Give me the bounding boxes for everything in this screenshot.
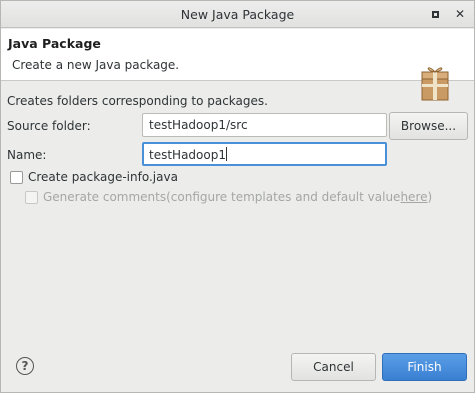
titlebar[interactable]: New Java Package ✕ [1, 1, 474, 28]
help-glyph: ? [21, 359, 29, 373]
finish-button[interactable]: Finish [382, 353, 467, 381]
source-folder-value: testHadoop1/src [149, 118, 248, 132]
cancel-button[interactable]: Cancel [291, 353, 376, 381]
browse-button-label: Browse... [400, 119, 457, 133]
source-folder-label: Source folder: [7, 119, 91, 133]
browse-button[interactable]: Browse... [389, 112, 468, 140]
close-icon: ✕ [454, 7, 466, 21]
generate-comments-label: Generate comments [43, 190, 167, 204]
new-java-package-dialog: New Java Package ✕ Java Package Create a… [0, 0, 475, 393]
generate-comments-hint: (configure templates and default value [166, 190, 401, 204]
cancel-button-label: Cancel [313, 360, 354, 374]
create-package-info-option[interactable]: Create package-info.java [10, 170, 178, 184]
name-label: Name: [7, 148, 47, 162]
page-description: Creates folders corresponding to package… [7, 94, 268, 108]
generate-comments-checkbox [25, 190, 38, 204]
source-folder-field[interactable]: testHadoop1/src [142, 113, 387, 137]
name-field[interactable]: testHadoop1 [142, 142, 387, 166]
close-button[interactable]: ✕ [452, 6, 468, 22]
banner-title: Java Package [8, 36, 101, 51]
generate-comments-option: Generate comments (configure templates an… [25, 190, 432, 204]
window-title: New Java Package [180, 7, 295, 22]
name-value: testHadoop1 [149, 148, 226, 162]
configure-templates-link: here [400, 190, 428, 204]
help-icon[interactable]: ? [16, 357, 34, 375]
create-package-info-label: Create package-info.java [28, 170, 178, 184]
banner-description: Create a new Java package. [12, 58, 180, 72]
finish-button-label: Finish [407, 360, 442, 374]
maximize-button[interactable] [427, 6, 443, 22]
text-caret [225, 147, 227, 161]
package-wizard-icon [421, 67, 449, 101]
generate-comments-close: ) [427, 190, 433, 204]
create-package-info-checkbox[interactable] [10, 170, 23, 184]
maximize-icon [431, 10, 439, 18]
wizard-banner: Java Package Create a new Java package. [1, 29, 474, 101]
